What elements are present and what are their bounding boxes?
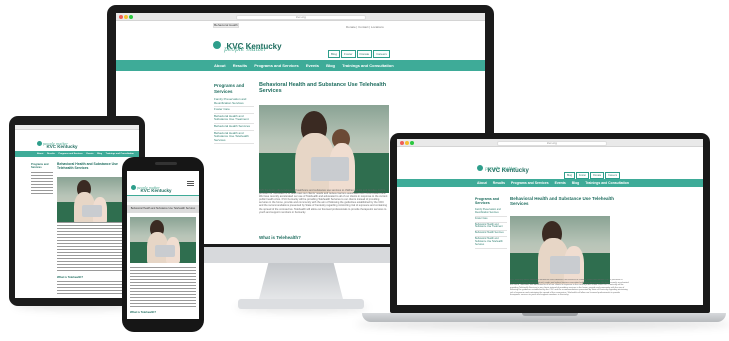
intro-paragraph: KVC Kentucky offers behavioral healthcar… <box>259 189 388 214</box>
laptop-sidebar-item-family[interactable]: Family Preservation and Reunification Se… <box>475 208 507 217</box>
laptop-nav-events[interactable]: Events <box>555 179 566 187</box>
phone-screen: KVC Kentucky people matter Behavioral He… <box>127 171 199 319</box>
tablet-nav-about[interactable]: About <box>37 151 43 157</box>
tablet-nav-blog[interactable]: Blog <box>97 151 102 157</box>
nav-results[interactable]: Results <box>233 60 247 71</box>
phone-page-title: Behavioral Health and Substance Use Tele… <box>127 205 199 213</box>
minimize-window-icon[interactable] <box>124 15 128 19</box>
tablet-section-text <box>57 281 123 295</box>
tablet-body-text <box>57 222 123 272</box>
hamburger-menu-icon[interactable] <box>187 181 194 186</box>
tablet-sidebar-title: Programs and Services <box>31 163 49 169</box>
page-title: Behavioral Health and Substance Use Tele… <box>259 82 387 94</box>
laptop-notch <box>522 313 578 316</box>
maximize-window-icon[interactable] <box>129 15 133 19</box>
sidebar-item-telehealth[interactable]: Behavioral Health and Substance Use Tele… <box>214 131 254 145</box>
tablet-page-title: Behavioral Health and Substance Use Tele… <box>57 162 118 170</box>
sidebar-item-behavioral[interactable]: Behavioral Health Services <box>214 124 254 131</box>
sidebar-item-family[interactable]: Family Preservation and Reunification Se… <box>214 97 254 108</box>
laptop-donate-button[interactable]: Donate <box>590 172 605 179</box>
hero-photo <box>259 105 389 193</box>
browser-tab[interactable]: Behavioral Health <box>213 23 239 28</box>
laptop-nav-about[interactable]: About <box>477 179 487 187</box>
phone-tagline: people matter <box>137 186 160 190</box>
monitor-stand <box>258 263 344 303</box>
minimize-window-icon[interactable] <box>405 141 409 145</box>
tablet-section-heading: What is Telehealth? <box>57 275 84 279</box>
laptop-hero-photo <box>510 216 610 284</box>
laptop-foster-button[interactable]: Foster <box>576 172 590 179</box>
donate-button[interactable]: Donate <box>356 50 373 58</box>
laptop-sidebar-item-telehealth[interactable]: Behavioral Health and Substance Use Tele… <box>475 237 507 249</box>
laptop-screen: kvc.org KVC Kentucky people matter Blog F… <box>397 139 703 305</box>
sidebar: Programs and Services Family Preservatio… <box>214 83 254 145</box>
laptop-nav-blog[interactable]: Blog <box>572 179 580 187</box>
sidebar-item-foster[interactable]: Foster Care <box>214 107 254 114</box>
laptop-intro-paragraph: KVC Kentucky offers behavioral healthcar… <box>510 279 629 296</box>
tablet-nav-events[interactable]: Events <box>86 151 93 157</box>
monitor-base <box>238 299 364 309</box>
tablet-screen: KVC Kentucky people matter About Results… <box>15 125 139 298</box>
address-bar[interactable]: kvc.org <box>236 14 366 20</box>
close-window-icon[interactable] <box>119 15 123 19</box>
sidebar-title: Programs and Services <box>214 83 245 94</box>
laptop-tagline: people matter <box>485 167 518 172</box>
main-nav: About Results Programs and Services Even… <box>116 60 485 71</box>
browser-toolbar: kvc.org <box>116 13 485 21</box>
phone-section-heading: What is Telehealth? <box>130 310 157 314</box>
tablet-tagline: people matter <box>43 142 68 146</box>
laptop-sidebar: Programs and Services Family Preservatio… <box>475 197 507 249</box>
laptop-page-title: Behavioral Health and Substance Use Tele… <box>510 196 614 206</box>
laptop-nav-programs[interactable]: Programs and Services <box>511 179 549 187</box>
top-utility-links[interactable]: Donate | Contact | Locations <box>346 25 406 29</box>
careers-button[interactable]: Careers <box>373 50 390 58</box>
nav-trainings[interactable]: Trainings and Consultation <box>342 60 394 71</box>
tablet-nav-programs[interactable]: Programs and Services <box>58 151 82 157</box>
laptop-nav-results[interactable]: Results <box>493 179 505 187</box>
laptop-sidebar-title: Programs and Services <box>475 197 500 206</box>
nav-blog[interactable]: Blog <box>326 60 335 71</box>
phone-speaker <box>155 162 177 165</box>
kvc-logo-icon <box>131 185 136 191</box>
laptop-address-bar[interactable]: kvc.org <box>497 140 607 146</box>
foster-button[interactable]: Foster <box>341 50 356 58</box>
tablet-sidebar-links[interactable] <box>31 172 53 196</box>
kvc-logo-icon <box>213 40 221 49</box>
tablet-hero-photo <box>57 177 123 223</box>
nav-programs[interactable]: Programs and Services <box>254 60 298 71</box>
laptop-sidebar-item-substance[interactable]: Behavioral Health and Substance Use Trea… <box>475 223 507 232</box>
laptop-careers-button[interactable]: Careers <box>605 172 621 179</box>
kvc-logo-icon <box>37 141 42 147</box>
phone-body-text <box>130 267 196 307</box>
laptop-browser-toolbar: kvc.org <box>397 139 703 147</box>
tablet-nav-results[interactable]: Results <box>47 151 55 157</box>
phone-hero-photo <box>130 217 196 263</box>
brand-tagline: people matter <box>224 46 267 53</box>
phone-subnav-bar[interactable] <box>127 195 199 202</box>
tablet-browser-bar <box>15 125 139 130</box>
tablet-nav: About Results Programs and Services Even… <box>15 151 139 157</box>
laptop-blog-button[interactable]: Blog <box>564 172 576 179</box>
blog-button[interactable]: Blog <box>328 50 341 58</box>
nav-events[interactable]: Events <box>306 60 319 71</box>
laptop-nav-trainings[interactable]: Trainings and Consultation <box>585 179 629 187</box>
kvc-logo-icon <box>477 164 483 171</box>
maximize-window-icon[interactable] <box>410 141 414 145</box>
nav-about[interactable]: About <box>214 60 226 71</box>
close-window-icon[interactable] <box>400 141 404 145</box>
sidebar-item-substance[interactable]: Behavioral Health and Substance Use Trea… <box>214 114 254 124</box>
header-buttons: Blog Foster Donate Careers <box>327 42 390 60</box>
tablet-nav-trainings[interactable]: Trainings and Consultation <box>106 151 134 157</box>
section-heading: What is Telehealth? <box>259 235 301 240</box>
laptop-nav: About Results Programs and Services Even… <box>397 179 703 187</box>
